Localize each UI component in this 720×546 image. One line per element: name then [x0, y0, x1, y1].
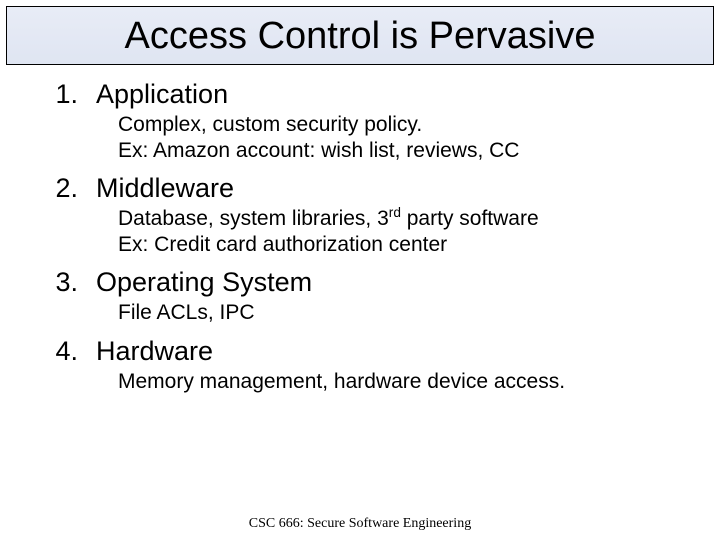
- sub-line: Ex: Amazon account: wish list, reviews, …: [118, 139, 519, 162]
- item-head: 3. Operating System: [30, 267, 690, 298]
- sub-line-sup: rd: [389, 205, 401, 220]
- item-heading: Application: [96, 79, 690, 110]
- list-item: 2. Middleware Database, system libraries…: [30, 173, 690, 257]
- item-number: 4.: [30, 336, 96, 367]
- item-head: 4. Hardware: [30, 336, 690, 367]
- list-item: 3. Operating System File ACLs, IPC: [30, 267, 690, 326]
- sub-line: Memory management, hardware device acces…: [118, 370, 565, 393]
- content-area: 1. Application Complex, custom security …: [0, 65, 720, 395]
- item-head: 1. Application: [30, 79, 690, 110]
- item-heading: Operating System: [96, 267, 690, 298]
- sub-line-post: party software: [401, 207, 539, 230]
- item-heading: Hardware: [96, 336, 690, 367]
- item-number: 1.: [30, 79, 96, 110]
- list-item: 1. Application Complex, custom security …: [30, 79, 690, 163]
- list-item: 4. Hardware Memory management, hardware …: [30, 336, 690, 395]
- item-number: 3.: [30, 267, 96, 298]
- item-number: 2.: [30, 173, 96, 204]
- title-bar: Access Control is Pervasive: [6, 6, 714, 65]
- sub-line: Complex, custom security policy.: [118, 113, 422, 136]
- sub-line-pre: Database, system libraries, 3: [118, 207, 389, 230]
- sub-line: Ex: Credit card authorization center: [118, 233, 447, 256]
- item-sub: File ACLs, IPC: [118, 300, 690, 326]
- item-sub: Complex, custom security policy. Ex: Ama…: [118, 112, 690, 163]
- item-heading: Middleware: [96, 173, 690, 204]
- slide-footer: CSC 666: Secure Software Engineering: [0, 516, 720, 532]
- item-sub: Memory management, hardware device acces…: [118, 369, 690, 395]
- item-head: 2. Middleware: [30, 173, 690, 204]
- item-sub: Database, system libraries, 3rd party so…: [118, 206, 690, 257]
- sub-line: File ACLs, IPC: [118, 301, 255, 324]
- slide-title: Access Control is Pervasive: [125, 15, 596, 57]
